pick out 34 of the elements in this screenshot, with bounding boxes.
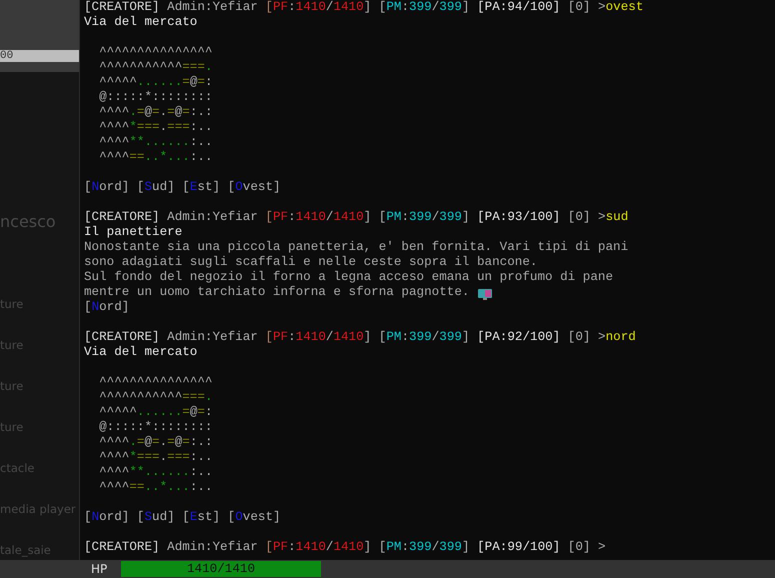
hp-value: 1410/1410 [186,562,256,576]
terminal-line: ^^^^*===.===:.. [98,450,213,465]
terminal-line: ^^^^**......:.. [98,465,213,480]
terminal-line: [Nord] [84,300,130,315]
terminal-line: ^^^^^......=@=: [98,405,213,420]
terminal-line: [CREATORE] Admin:Yefiar [PF:1410/1410] [PM:399/399] [PA:93/100] [0] >sud [84,210,628,225]
terminal-line: @:::::*:::::::: [98,90,212,105]
terminal-line: [Nord] [Sud] [Est] [Ovest] [84,510,281,525]
terminal-line: ^^^^.=@=.=@=:.: [98,105,213,120]
terminal-line: ^^^^^^^^^^^^^^^ [98,45,212,60]
terminal-line: ^^^^**......:.. [98,135,213,150]
terminal-line: ^^^^==..*...:.. [98,150,213,165]
hp-label: HP [91,562,108,576]
terminal-line: Via del mercato [84,15,198,30]
terminal-line: ^^^^.=@=.=@=:.: [98,435,213,450]
monitor-icon [478,289,492,301]
terminal-line: [CREATORE] Admin:Yefiar [PF:1410/1410] [PM:399/399] [PA:99/100] [0] > [84,540,606,555]
terminal-line: mentre un uomo tarchiato inforna e sforna pagnotte. [84,285,470,300]
terminal-line: ^^^^*===.===:.. [98,120,213,135]
terminal-line: ^^^^==..*...:.. [98,480,213,495]
terminal-line: ^^^^^^^^^^^===. [98,390,212,405]
terminal-line: [Nord] [Sud] [Est] [Ovest] [84,180,281,195]
terminal-line: ^^^^^^^^^^^^^^^ [98,375,212,390]
terminal-line: Sul fondo del negozio il forno a legna acceso emana un profumo di pane [84,270,614,285]
terminal-line: ^^^^^^^^^^^===. [98,60,212,75]
terminal-line: Via del mercato [84,345,198,360]
terminal-line: @:::::*:::::::: [98,420,212,435]
terminal-line: [CREATORE] Admin:Yefiar [PF:1410/1410] [PM:399/399] [PA:92/100] [0] >nord [84,330,636,345]
terminal-line: [CREATORE] Admin:Yefiar [PF:1410/1410] [PM:399/399] [PA:94/100] [0] >ovest [84,0,644,15]
terminal-line: Il panettiere [84,225,182,240]
terminal-line: ^^^^^......=@=: [98,75,213,90]
terminal-line: sono adagiati sugli scaffali e nelle ceste sopra il bancone. [84,255,538,270]
terminal-line: Nonostante sia una piccola panetteria, e' ben fornita. Vari tipi di pani [84,240,628,255]
text-field[interactable]: 00 [0,50,79,62]
